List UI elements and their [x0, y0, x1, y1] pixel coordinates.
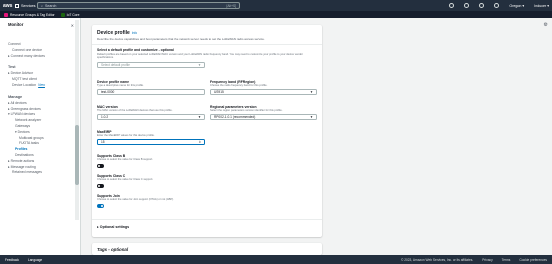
chevron-down-icon: ▼ — [310, 90, 313, 94]
top-navigation-bar: aws Services ⌕ Search [Alt+S] Oregon ▾ I… — [0, 0, 552, 11]
sidebar-item-label: ▸ Connect many devices — [8, 53, 45, 58]
close-icon[interactable]: ✕ — [71, 23, 74, 28]
sidebar-item-label: ▸ All devices — [8, 100, 27, 105]
sidebar-scrollbar[interactable] — [75, 20, 79, 220]
sidebar-item-label: ▸ Remote actions — [8, 158, 35, 163]
sidebar-item-label: Device Location — [12, 82, 37, 87]
sidebar-item-label: Retained messages — [12, 170, 42, 175]
stepper-icon[interactable]: ⇕ — [198, 140, 201, 145]
sidebar-item-label: Gateways — [15, 123, 31, 128]
chevron-down-icon: ▼ — [198, 115, 201, 119]
mac-version-value: 1.0.2 — [101, 115, 109, 119]
sidebar-item-label: Multicast groups — [19, 135, 44, 140]
privacy-link[interactable]: Privacy — [482, 258, 492, 262]
sidebar: Monitor ✕ Connect Connect one device ▸ Con… — [0, 18, 81, 255]
notifications-icon[interactable] — [464, 3, 470, 8]
default-profile-select[interactable]: Select default profile ▼ — [97, 62, 205, 68]
chevron-down-icon: ▼ — [310, 115, 313, 119]
regional-params-hint: Select the region parameters version ide… — [210, 109, 283, 112]
sidebar-item-label: ▸ Device Advisor — [8, 71, 34, 76]
sidebar-item-label: Connect — [8, 42, 21, 46]
sidebar-item-label: ▾ LPWAN devices — [8, 112, 36, 117]
language-link[interactable]: Language — [28, 258, 42, 262]
tags-title: Tags - optional — [97, 247, 129, 252]
chevron-down-icon: ▼ — [198, 63, 201, 67]
sidebar-item[interactable]: Device Location New — [0, 83, 80, 89]
favorite-item[interactable]: IoT Core — [60, 12, 80, 17]
cookie-preferences-link[interactable]: Cookie preferences — [519, 258, 547, 262]
class-b-hint: Choose to select the value for Class B s… — [97, 158, 154, 161]
sidebar-item-label: ▾ Devices — [15, 129, 30, 134]
max-eirp-hint: Enter the MaxEIRP values for this device… — [97, 134, 155, 137]
sidebar-title[interactable]: Monitor — [0, 22, 80, 30]
max-eirp-input[interactable]: 15 ⇕ — [97, 139, 205, 145]
terms-link[interactable]: Terms — [502, 258, 511, 262]
favorite-item[interactable]: Resource Groups & Tag Editor — [4, 12, 55, 17]
sidebar-item-label: MQTT test client — [12, 77, 37, 82]
region-selector[interactable]: Oregon ▾ — [509, 4, 524, 8]
panel-description: Describe the device capabilities and boo… — [97, 37, 265, 41]
search-input[interactable]: ⌕ Search [Alt+S] — [37, 2, 240, 9]
device-profile-panel: Device profile Info Describe the device c… — [92, 25, 322, 237]
sidebar-item-label: Network analyzer — [15, 118, 42, 123]
join-hint: Choose to select the value for Join supp… — [97, 198, 174, 201]
sidebar-item[interactable]: ▸ Connect many devices — [0, 54, 80, 60]
panel-title-text: Device profile — [97, 30, 130, 36]
service-icon — [4, 12, 8, 17]
frequency-band-select[interactable]: US915 ▼ — [210, 89, 317, 95]
favorite-label: IoT Core — [66, 12, 80, 17]
sidebar-item-label: Profiles — [15, 147, 28, 152]
search-shortcut: [Alt+S] — [226, 3, 236, 8]
gear-icon[interactable]: ⚙ — [544, 22, 548, 28]
services-label: Services — [21, 3, 36, 8]
default-profile-label: Select a default profile and customize -… — [97, 48, 174, 52]
optional-settings-expander[interactable]: ▸ Optional settings — [97, 225, 129, 229]
favorites-bar: Resource Groups & Tag Editor IoT Core — [0, 11, 552, 18]
aws-logo[interactable]: aws — [3, 3, 15, 9]
max-eirp-value: 15 — [101, 140, 105, 144]
class-c-hint: Choose to select the value for Class C s… — [97, 178, 154, 181]
service-icon — [60, 12, 65, 17]
divider — [92, 219, 322, 220]
regional-params-value: RP002-1.0.1 (recommended) — [214, 115, 256, 119]
sidebar-item-label: ▸ Message routing — [8, 164, 36, 169]
grid-icon — [15, 3, 19, 8]
default-profile-placeholder: Select default profile — [101, 63, 130, 67]
cloudshell-icon[interactable] — [449, 3, 455, 8]
sidebar-item[interactable]: Retained messages — [0, 170, 80, 176]
services-menu[interactable]: Services — [15, 3, 37, 8]
frequency-band-hint: Choose the radio frequency band for this… — [210, 84, 268, 87]
profile-name-hint: Type a descriptive name for this profile… — [97, 84, 144, 87]
account-menu[interactable]: Inducer ▾ — [534, 4, 549, 8]
sidebar-item-label: Connect one device — [12, 47, 42, 52]
sidebar-item-label: ▸ Greengrass devices — [8, 106, 41, 111]
class-c-toggle[interactable] — [97, 184, 104, 188]
divider — [92, 44, 322, 45]
sidebar-item-label: FUOTA tasks — [19, 141, 39, 146]
favorite-label: Resource Groups & Tag Editor — [10, 12, 55, 17]
regional-params-select[interactable]: RP002-1.0.1 (recommended) ▼ — [210, 114, 317, 120]
default-profile-hint: Default profiles are based on your selec… — [97, 53, 303, 60]
sidebar-item-label: Destinations — [15, 152, 34, 157]
tags-panel: Tags - optional — [92, 243, 322, 255]
info-link[interactable]: Info — [132, 31, 137, 35]
join-toggle[interactable] — [97, 204, 104, 208]
mac-version-hint: The MAC version of the LoRaWAN devices t… — [97, 109, 173, 112]
settings-icon[interactable] — [494, 3, 500, 8]
sidebar-scrollbar-thumb[interactable] — [75, 125, 79, 185]
help-icon[interactable] — [479, 3, 485, 8]
search-placeholder: Search — [45, 3, 57, 8]
mac-version-select[interactable]: 1.0.2 ▼ — [97, 114, 205, 120]
feedback-link[interactable]: Feedback — [5, 258, 19, 262]
new-badge: New — [38, 82, 45, 87]
frequency-band-value: US915 — [214, 90, 224, 94]
search-icon: ⌕ — [41, 3, 44, 8]
profile-name-input[interactable]: test-0000 — [97, 89, 205, 95]
page-title: Device profile Info — [97, 30, 137, 36]
footer: Feedback Language © 2023, Amazon Web Ser… — [0, 255, 552, 264]
class-b-toggle[interactable] — [97, 164, 104, 168]
copyright-text: © 2023, Amazon Web Services, Inc. or its… — [401, 257, 474, 262]
